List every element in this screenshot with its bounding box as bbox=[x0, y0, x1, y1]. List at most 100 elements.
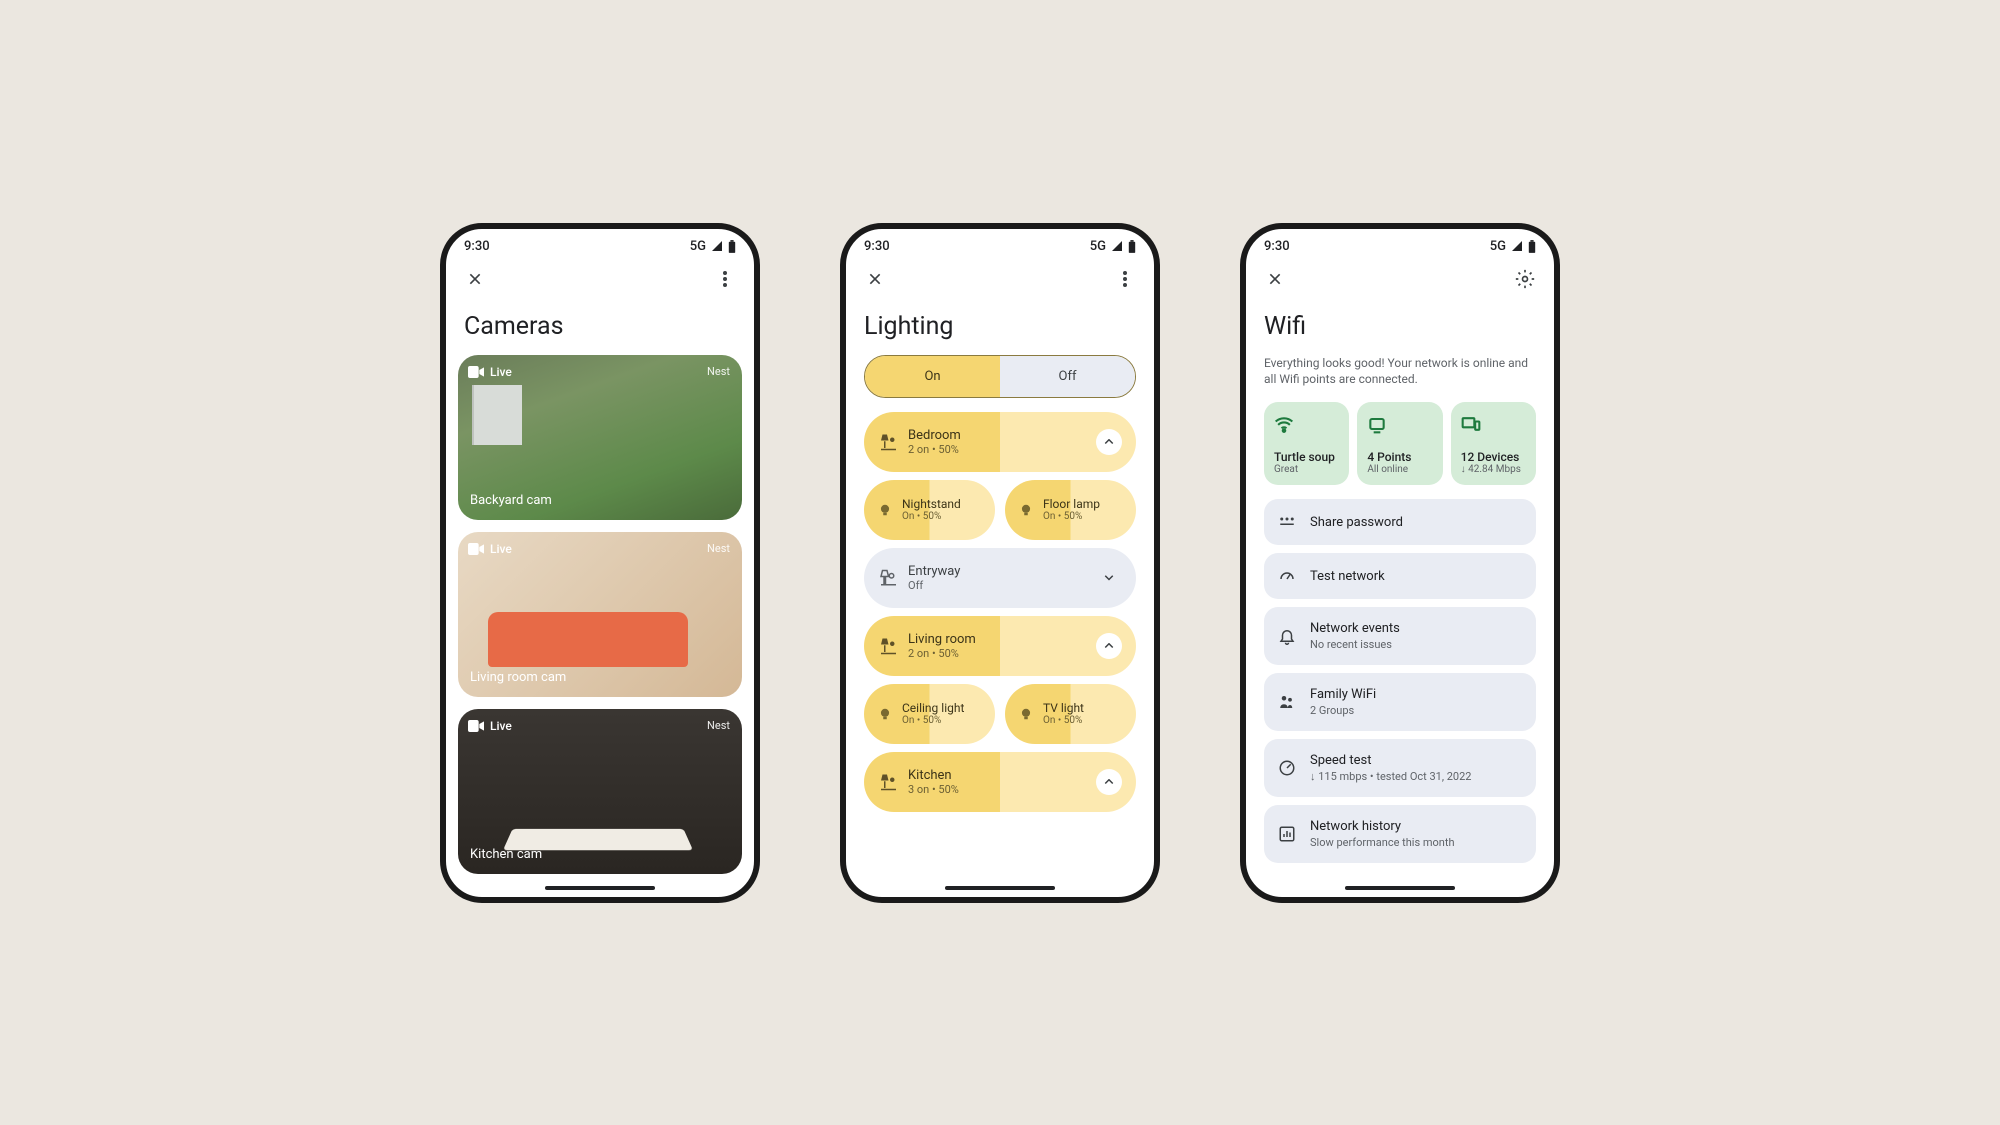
video-icon bbox=[468, 720, 484, 732]
light-name: Nightstand bbox=[902, 497, 961, 511]
video-icon bbox=[468, 366, 484, 378]
speedometer-icon bbox=[1278, 567, 1296, 585]
bulb-icon bbox=[1019, 707, 1033, 721]
wifi-card-network[interactable]: Turtle soup Great bbox=[1264, 402, 1349, 485]
network-label: 5G bbox=[1490, 239, 1506, 254]
light-sub: On • 50% bbox=[902, 715, 964, 726]
devices-icon bbox=[1461, 414, 1481, 434]
lamp-off-icon bbox=[878, 569, 896, 587]
toggle-on-button[interactable]: On bbox=[865, 356, 1000, 397]
gear-icon[interactable] bbox=[1514, 268, 1536, 290]
room-name: Entryway bbox=[908, 564, 1096, 579]
status-bar: 9:30 5G bbox=[846, 229, 1154, 258]
item-name: Family WiFi bbox=[1310, 687, 1522, 702]
wifi-card-devices[interactable]: 12 Devices ↓ 42.84 Mbps bbox=[1451, 402, 1536, 485]
item-name: Test network bbox=[1310, 569, 1522, 584]
light-floor-lamp[interactable]: Floor lampOn • 50% bbox=[1005, 480, 1136, 540]
chevron-up-icon[interactable] bbox=[1096, 633, 1122, 659]
lamp-icon bbox=[878, 433, 896, 451]
wifi-item-test-network[interactable]: Test network bbox=[1264, 553, 1536, 599]
card-title: 12 Devices bbox=[1461, 450, 1526, 464]
camera-brand: Nest bbox=[707, 365, 730, 378]
home-indicator[interactable] bbox=[945, 886, 1055, 890]
gauge-icon bbox=[1278, 759, 1296, 777]
camera-card-kitchen[interactable]: Live Nest Kitchen cam bbox=[458, 709, 742, 874]
chevron-up-icon[interactable] bbox=[1096, 769, 1122, 795]
bell-icon bbox=[1278, 627, 1296, 645]
home-indicator[interactable] bbox=[545, 886, 655, 890]
wifi-item-share-password[interactable]: Share password bbox=[1264, 499, 1536, 545]
room-bedroom[interactable]: Bedroom2 on • 50% bbox=[864, 412, 1136, 472]
light-ceiling[interactable]: Ceiling lightOn • 50% bbox=[864, 684, 995, 744]
status-bar: 9:30 5G bbox=[446, 229, 754, 258]
room-living-room[interactable]: Living room2 on • 50% bbox=[864, 616, 1136, 676]
router-icon bbox=[1367, 414, 1387, 434]
lamp-icon bbox=[878, 637, 896, 655]
video-icon bbox=[468, 543, 484, 555]
item-name: Share password bbox=[1310, 515, 1522, 530]
close-icon[interactable] bbox=[864, 268, 886, 290]
chevron-up-icon[interactable] bbox=[1096, 429, 1122, 455]
room-sub: 3 on • 50% bbox=[908, 783, 1096, 796]
close-icon[interactable] bbox=[1264, 268, 1286, 290]
item-sub: No recent issues bbox=[1310, 638, 1522, 651]
light-sub: On • 50% bbox=[1043, 715, 1084, 726]
light-tv[interactable]: TV lightOn • 50% bbox=[1005, 684, 1136, 744]
lighting-toggle: On Off bbox=[864, 355, 1136, 398]
bulb-icon bbox=[1019, 503, 1033, 517]
light-name: Ceiling light bbox=[902, 701, 964, 715]
network-label: 5G bbox=[690, 239, 706, 254]
light-sub: On • 50% bbox=[902, 511, 961, 522]
room-sub: Off bbox=[908, 579, 1096, 592]
bulb-icon bbox=[878, 503, 892, 517]
more-icon[interactable] bbox=[1114, 268, 1136, 290]
wifi-item-family-wifi[interactable]: Family WiFi 2 Groups bbox=[1264, 673, 1536, 731]
network-label: 5G bbox=[1090, 239, 1106, 254]
clock: 9:30 bbox=[864, 239, 890, 254]
item-name: Network events bbox=[1310, 621, 1522, 636]
chart-icon bbox=[1278, 825, 1296, 843]
wifi-subtitle: Everything looks good! Your network is o… bbox=[1246, 355, 1554, 403]
camera-card-backyard[interactable]: Live Nest Backyard cam bbox=[458, 355, 742, 520]
page-title: Wifi bbox=[1246, 300, 1554, 355]
wifi-item-network-events[interactable]: Network events No recent issues bbox=[1264, 607, 1536, 665]
room-entryway[interactable]: EntrywayOff bbox=[864, 548, 1136, 608]
camera-label: Living room cam bbox=[470, 670, 566, 685]
room-kitchen[interactable]: Kitchen3 on • 50% bbox=[864, 752, 1136, 812]
live-label: Live bbox=[490, 719, 512, 733]
wifi-item-network-history[interactable]: Network history Slow performance this mon… bbox=[1264, 805, 1536, 863]
item-sub: 2 Groups bbox=[1310, 704, 1522, 717]
light-nightstand[interactable]: NightstandOn • 50% bbox=[864, 480, 995, 540]
status-bar: 9:30 5G bbox=[1246, 229, 1554, 258]
light-name: Floor lamp bbox=[1043, 497, 1100, 511]
signal-icon bbox=[710, 240, 724, 252]
card-sub: All online bbox=[1367, 464, 1432, 475]
chevron-down-icon[interactable] bbox=[1096, 565, 1122, 591]
clock: 9:30 bbox=[1264, 239, 1290, 254]
page-title: Cameras bbox=[446, 300, 754, 355]
card-title: Turtle soup bbox=[1274, 450, 1339, 464]
wifi-screen: 9:30 5G Wifi Everything looks good! Your… bbox=[1240, 223, 1560, 903]
camera-brand: Nest bbox=[707, 542, 730, 555]
wifi-item-speed-test[interactable]: Speed test↓ 115 mbps • tested Oct 31, 20… bbox=[1264, 739, 1536, 797]
light-sub: On • 50% bbox=[1043, 511, 1100, 522]
camera-brand: Nest bbox=[707, 719, 730, 732]
card-sub: Great bbox=[1274, 464, 1339, 475]
home-indicator[interactable] bbox=[1345, 886, 1455, 890]
live-label: Live bbox=[490, 365, 512, 379]
more-icon[interactable] bbox=[714, 268, 736, 290]
camera-label: Kitchen cam bbox=[470, 847, 542, 862]
light-name: TV light bbox=[1043, 701, 1084, 715]
room-name: Kitchen bbox=[908, 768, 1096, 783]
battery-icon bbox=[1528, 240, 1536, 253]
close-icon[interactable] bbox=[464, 268, 486, 290]
battery-icon bbox=[728, 240, 736, 253]
signal-icon bbox=[1510, 240, 1524, 252]
item-sub: Slow performance this month bbox=[1310, 836, 1522, 849]
camera-card-living-room[interactable]: Live Nest Living room cam bbox=[458, 532, 742, 697]
room-sub: 2 on • 50% bbox=[908, 647, 1096, 660]
wifi-card-points[interactable]: 4 Points All online bbox=[1357, 402, 1442, 485]
item-name: Network history bbox=[1310, 819, 1522, 834]
toggle-off-button[interactable]: Off bbox=[1000, 356, 1135, 397]
card-title: 4 Points bbox=[1367, 450, 1432, 464]
